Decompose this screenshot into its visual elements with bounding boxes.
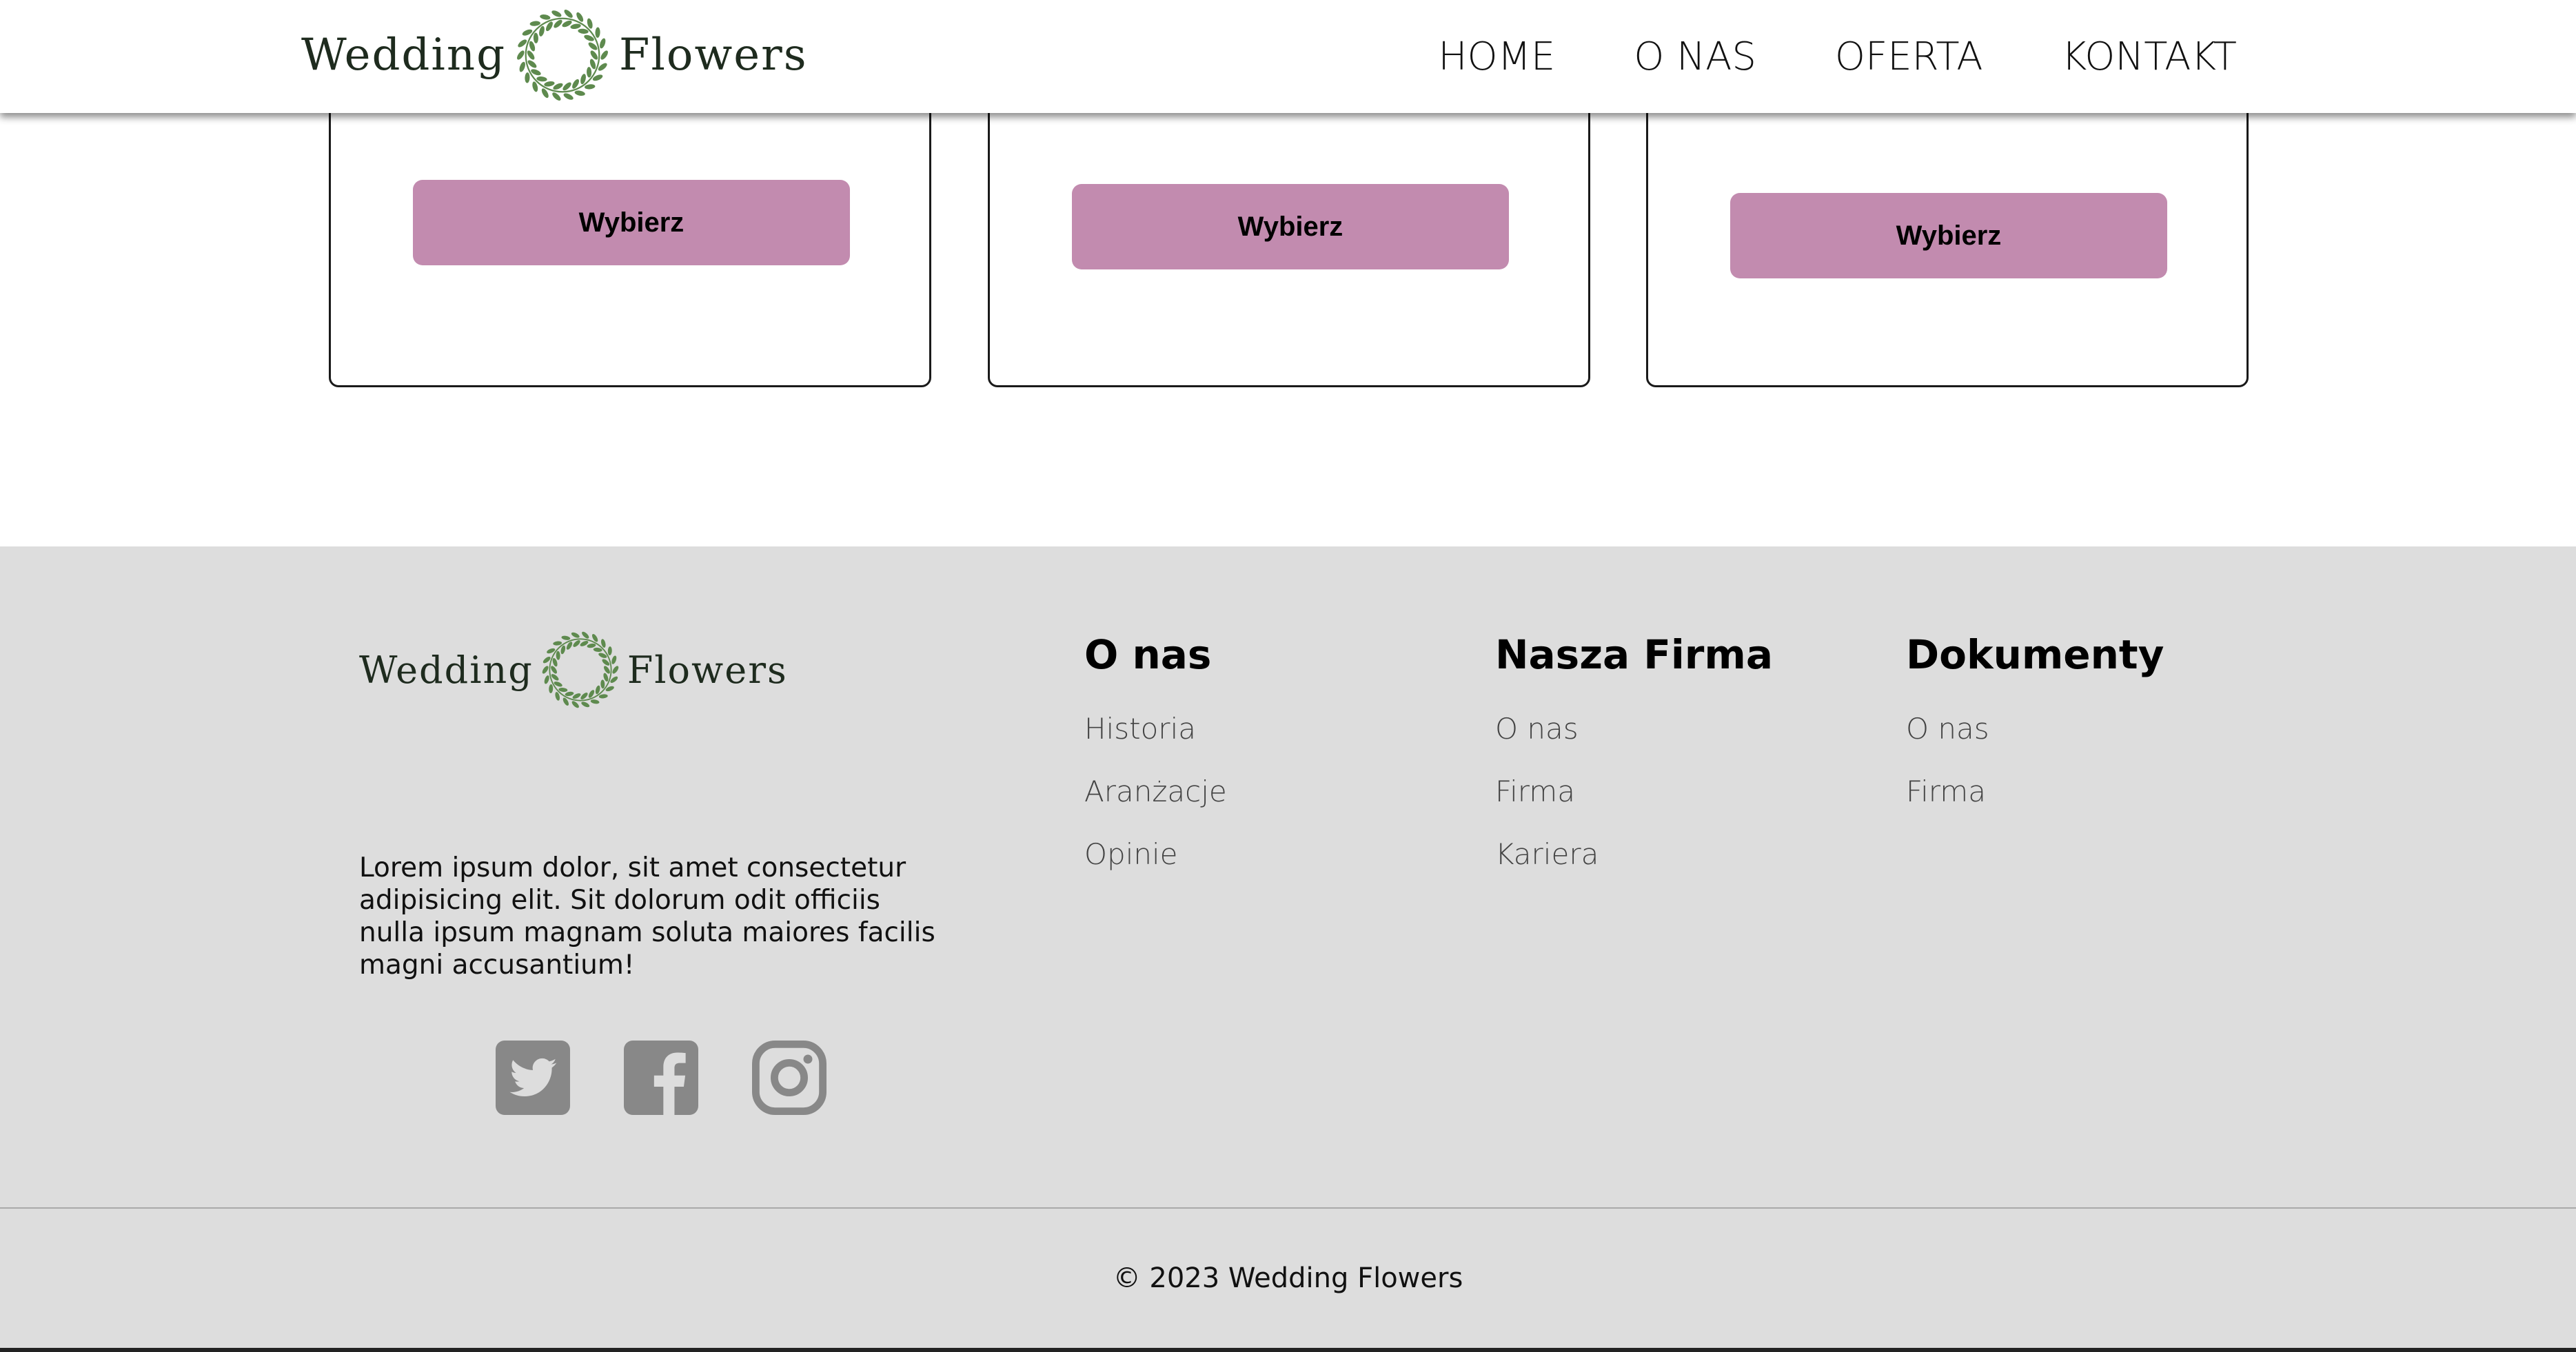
choose-button-2[interactable]: Wybierz (1072, 184, 1509, 269)
offer-card-1: Wybierz (329, 83, 931, 387)
logo-word-right: Flowers (627, 648, 788, 692)
footer-link-kariera[interactable]: Kariera (1495, 837, 1599, 871)
offer-card-2: Wybierz (988, 83, 1590, 387)
footer-column-title: Nasza Firma (1495, 631, 1773, 678)
footer-link-opinie[interactable]: Opinie (1084, 837, 1178, 871)
footer-link-o-nas[interactable]: O nas (1906, 712, 1989, 746)
wreath-icon (538, 627, 623, 713)
social-links (496, 1041, 880, 1115)
nav-oferta[interactable]: OFERTA (1835, 34, 1983, 79)
footer-divider (0, 1207, 2576, 1209)
facebook-icon[interactable] (624, 1041, 698, 1115)
footer-column-title: O nas (1084, 631, 1212, 678)
twitter-icon[interactable] (496, 1041, 570, 1115)
footer-logo[interactable]: Wedding Flowers (359, 627, 788, 713)
copyright-text: © 2023 Wedding Flowers (1113, 1262, 1463, 1294)
footer-column-o-nas: O nas Historia Aranżacje Opinie (1084, 627, 1227, 888)
logo-word-left: Wedding (301, 30, 507, 81)
nav-o-nas[interactable]: O NAS (1634, 34, 1756, 79)
wreath-icon (511, 4, 613, 106)
logo-word-left: Wedding (359, 648, 534, 692)
footer-description: Lorem ipsum dolor, sit amet consectetur … (359, 852, 935, 981)
choose-button-1[interactable]: Wybierz (413, 180, 850, 265)
offer-card-3: Wybierz (1646, 83, 2249, 387)
footer-link-aranzacje[interactable]: Aranżacje (1084, 775, 1227, 808)
footer-link-firma[interactable]: Firma (1906, 775, 1986, 808)
header-logo[interactable]: Wedding Flowers (301, 4, 808, 106)
footer-column-title: Dokumenty (1906, 631, 2164, 678)
nav-kontakt[interactable]: KONTAKT (2062, 34, 2237, 79)
footer-column-nasza-firma: Nasza Firma O nas Firma Kariera (1495, 627, 1773, 888)
page-bottom-border (0, 1348, 2576, 1352)
footer-link-historia[interactable]: Historia (1084, 712, 1196, 746)
instagram-icon[interactable] (752, 1041, 826, 1115)
footer-link-o-nas[interactable]: O nas (1495, 712, 1579, 746)
main-nav: HOME O NAS OFERTA KONTAKT (1438, 0, 2237, 113)
logo-word-right: Flowers (619, 30, 808, 81)
footer-column-dokumenty: Dokumenty O nas Firma (1906, 627, 2164, 826)
site-header: Wedding Flowers HOME O NAS OFERTA KONTAK… (0, 0, 2576, 113)
nav-home[interactable]: HOME (1438, 34, 1555, 79)
choose-button-3[interactable]: Wybierz (1730, 193, 2167, 278)
footer-link-firma[interactable]: Firma (1495, 775, 1575, 808)
